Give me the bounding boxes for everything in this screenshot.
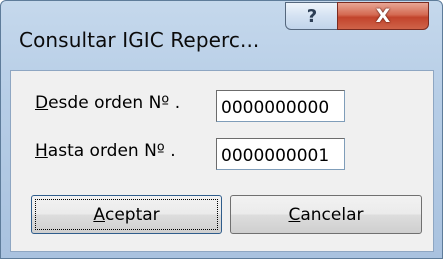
help-icon: ? (306, 5, 318, 27)
aceptar-mnemonic: A (93, 204, 105, 225)
hasta-label-mnemonic: H (35, 141, 48, 161)
close-icon: X (375, 5, 391, 27)
desde-orden-input[interactable] (216, 90, 345, 122)
hasta-label: Hasta orden Nº . (35, 141, 176, 161)
hasta-orden-input[interactable] (216, 138, 345, 170)
aceptar-label: ceptar (104, 204, 160, 225)
cancelar-mnemonic: C (288, 204, 301, 225)
desde-label-mnemonic: D (35, 93, 49, 113)
close-button[interactable]: X (337, 2, 429, 30)
dialog-client-area: Desde orden Nº . Hasta orden Nº . Acepta… (10, 70, 434, 252)
cancelar-label: ancelar (300, 204, 364, 225)
dialog-window: Consultar IGIC Reperc... ? X Desde orden… (0, 0, 443, 259)
hasta-label-text: asta orden Nº . (47, 141, 176, 161)
desde-label: Desde orden Nº . (35, 93, 180, 113)
help-button[interactable]: ? (285, 2, 339, 30)
cancelar-button[interactable]: Cancelar (230, 195, 422, 234)
aceptar-button[interactable]: Aceptar (31, 195, 222, 234)
window-title: Consultar IGIC Reperc... (19, 28, 260, 52)
desde-label-text: esde orden Nº . (48, 93, 181, 113)
